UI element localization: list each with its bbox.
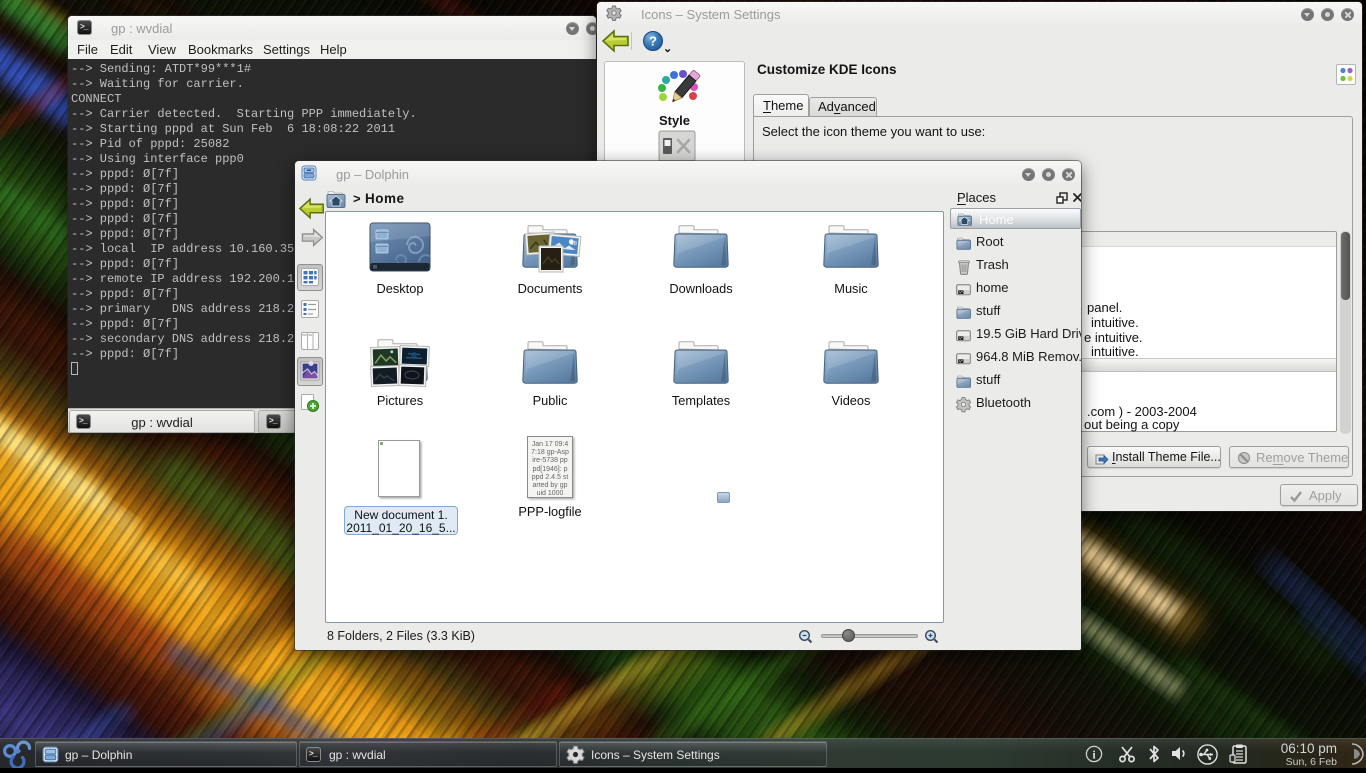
svg-text:?: ? bbox=[649, 34, 657, 49]
svg-text:88: 88 bbox=[570, 241, 578, 248]
svg-text:i: i bbox=[1092, 747, 1096, 761]
